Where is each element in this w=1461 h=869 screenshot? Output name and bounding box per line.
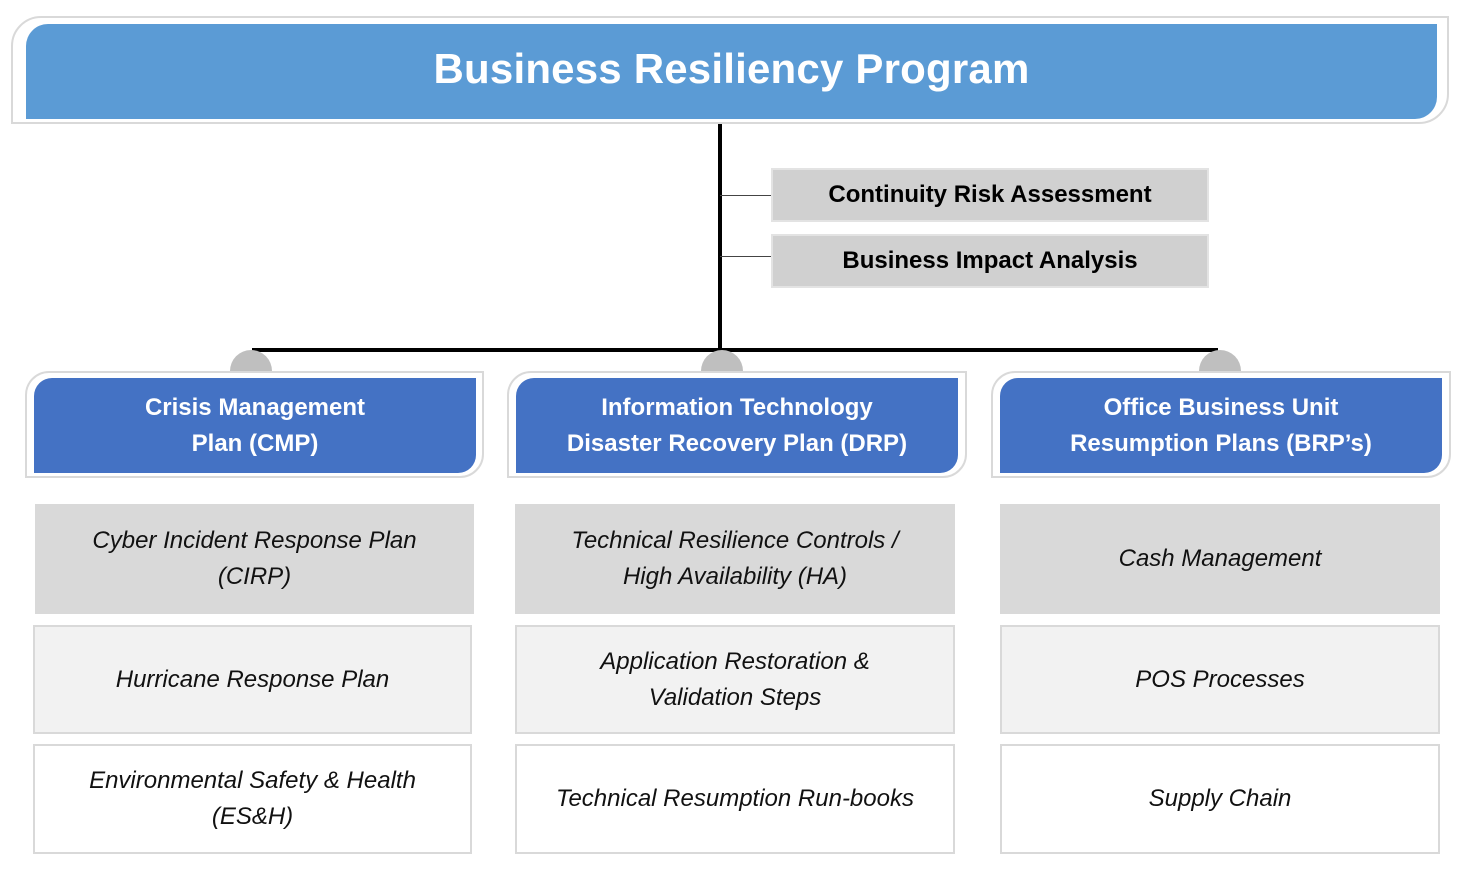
plan-item-esh: Environmental Safety & Health (ES&H) (33, 744, 472, 854)
plan-title-line1: Crisis Management (144, 393, 366, 421)
plan-title-line2: Disaster Recovery Plan (DRP) (566, 429, 908, 457)
assessment-label: Business Impact Analysis (842, 247, 1138, 274)
business-impact-analysis-box: Business Impact Analysis (771, 234, 1209, 288)
item-line2: (CIRP) (217, 563, 292, 590)
plan-title-line1: Office Business Unit (1103, 393, 1339, 421)
item-line1: Supply Chain (1148, 785, 1292, 812)
horizontal-branch-connector (252, 348, 1218, 352)
connector-knob-brp (1199, 350, 1241, 372)
item-line2: (ES&H) (211, 803, 294, 830)
plan-title-line2: Plan (CMP) (191, 429, 319, 457)
plan-item-run-books: Technical Resumption Run-books (515, 744, 955, 854)
plan-item-technical-resilience: Technical Resilience Controls / High Ava… (515, 504, 955, 614)
assessment-label: Continuity Risk Assessment (828, 181, 1152, 208)
program-title: Business Resiliency Program (433, 44, 1030, 92)
plan-item-supply-chain: Supply Chain (1000, 744, 1440, 854)
item-line1: Technical Resilience Controls / (571, 527, 899, 554)
assessment-connector-1 (720, 195, 772, 196)
plan-item-application-restoration: Application Restoration & Validation Ste… (515, 625, 955, 734)
item-line1: Cyber Incident Response Plan (92, 527, 417, 554)
item-line2: Validation Steps (648, 683, 822, 711)
item-line1: Cash Management (1118, 545, 1322, 572)
main-vertical-connector (718, 124, 722, 350)
item-line1: Hurricane Response Plan (115, 665, 390, 693)
plan-item-cash-management: Cash Management (1000, 504, 1440, 614)
plan-title-line1: Information Technology (601, 393, 873, 421)
item-line1: Application Restoration & (600, 647, 870, 675)
connector-knob-cmp (230, 350, 272, 372)
item-line2: High Availability (HA) (622, 563, 848, 590)
plan-item-cirp: Cyber Incident Response Plan (CIRP) (35, 504, 474, 614)
plan-item-pos-processes: POS Processes (1000, 625, 1440, 734)
item-line1: Environmental Safety & Health (89, 767, 416, 794)
plan-item-hurricane-response: Hurricane Response Plan (33, 625, 472, 734)
plan-card-cmp: Crisis Management Plan (CMP) (34, 378, 476, 473)
program-header: Business Resiliency Program (26, 24, 1437, 119)
item-line1: POS Processes (1135, 665, 1305, 693)
plan-title-line2: Resumption Plans (BRP’s) (1070, 429, 1372, 457)
continuity-risk-assessment-box: Continuity Risk Assessment (771, 168, 1209, 222)
assessment-connector-2 (720, 256, 772, 257)
plan-card-drp: Information Technology Disaster Recovery… (516, 378, 958, 473)
connector-knob-drp (701, 350, 743, 372)
plan-card-brp: Office Business Unit Resumption Plans (B… (1000, 378, 1442, 473)
item-line1: Technical Resumption Run-books (556, 785, 914, 812)
